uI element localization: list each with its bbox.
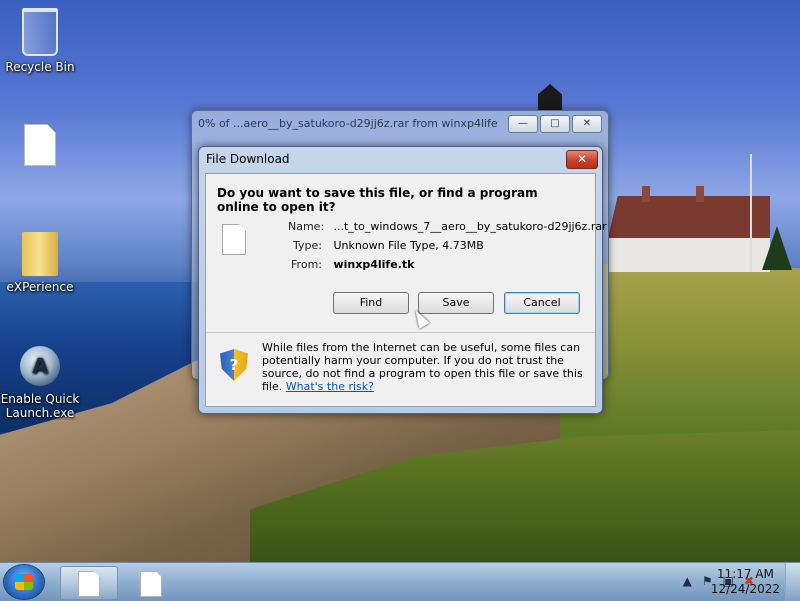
document-icon <box>24 124 56 166</box>
save-button[interactable]: Save <box>418 292 494 314</box>
maximize-icon: □ <box>550 118 560 129</box>
dialog-question: Do you want to save this file, or find a… <box>217 186 538 214</box>
desktop-icon-recycle-bin[interactable]: Recycle Bin <box>0 8 80 74</box>
from-value: winxp4life.tk <box>333 258 415 271</box>
minimize-button[interactable]: — <box>508 115 538 133</box>
start-button[interactable] <box>4 565 44 599</box>
document-icon <box>78 571 100 597</box>
clock[interactable]: 11:17 AM 12/24/2022 <box>711 567 780 597</box>
whats-the-risk-link[interactable]: What's the risk? <box>286 380 374 393</box>
document-icon <box>140 571 162 597</box>
close-icon: ✕ <box>582 118 592 129</box>
taskbar-item-document[interactable] <box>122 566 180 600</box>
warning-text: While files from the Internet can be use… <box>262 341 584 393</box>
application-icon: A <box>20 346 60 386</box>
wallpaper-flagpole <box>750 154 752 272</box>
close-button[interactable]: ✕ <box>572 115 602 133</box>
wallpaper-house <box>608 186 770 272</box>
desktop-icon-label: Enable Quick Launch.exe <box>0 392 80 420</box>
show-desktop-button[interactable] <box>785 563 800 601</box>
security-warning: ? While files from the Internet can be u… <box>206 333 595 406</box>
window-title: 0% of ...aero__by_satukoro-d29jj6z.rar f… <box>198 117 498 130</box>
folder-icon <box>22 232 58 276</box>
taskbar-item-download[interactable] <box>60 566 118 600</box>
dialog-title: File Download <box>206 152 290 166</box>
desktop-icon-document[interactable] <box>0 124 80 170</box>
dialog-close-button[interactable]: ✕ <box>566 150 598 169</box>
find-button[interactable]: Find <box>333 292 409 314</box>
cancel-button[interactable]: Cancel <box>504 292 580 314</box>
type-label: Type: <box>293 239 322 252</box>
desktop-icon-experience[interactable]: eXPerience <box>0 232 80 294</box>
recycle-bin-icon <box>22 8 58 56</box>
name-label: Name: <box>288 220 325 233</box>
maximize-button[interactable]: □ <box>540 115 570 133</box>
file-download-dialog[interactable]: File Download ✕ Do you want to save this… <box>198 146 607 414</box>
from-label: From: <box>291 258 322 271</box>
wallpaper-lighthouse <box>538 84 562 110</box>
windows-logo-icon <box>15 574 33 590</box>
clock-time: 11:17 AM <box>716 567 774 581</box>
desktop-icon-label: Recycle Bin <box>5 60 75 74</box>
desktop-icon-label: eXPerience <box>6 280 74 294</box>
type-value: Unknown File Type, 4.73MB <box>333 239 484 252</box>
security-shield-icon: ? <box>220 349 248 381</box>
file-info: Name: ...t_to_windows_7__aero__by_satuko… <box>288 220 607 277</box>
close-icon: ✕ <box>576 152 588 166</box>
show-hidden-icons-icon[interactable]: ▲ <box>683 574 692 588</box>
file-icon <box>222 224 246 255</box>
desktop-icon-enable-quick-launch[interactable]: A Enable Quick Launch.exe <box>0 346 80 420</box>
dialog-body: Do you want to save this file, or find a… <box>205 173 607 407</box>
clock-date: 12/24/2022 <box>710 582 780 596</box>
minimize-icon: — <box>518 118 528 129</box>
taskbar: ▲ ⚑ ▣ ✖ 11:17 AM 12/24/2022 <box>0 562 800 601</box>
name-value: ...t_to_windows_7__aero__by_satukoro-d29… <box>333 220 607 233</box>
